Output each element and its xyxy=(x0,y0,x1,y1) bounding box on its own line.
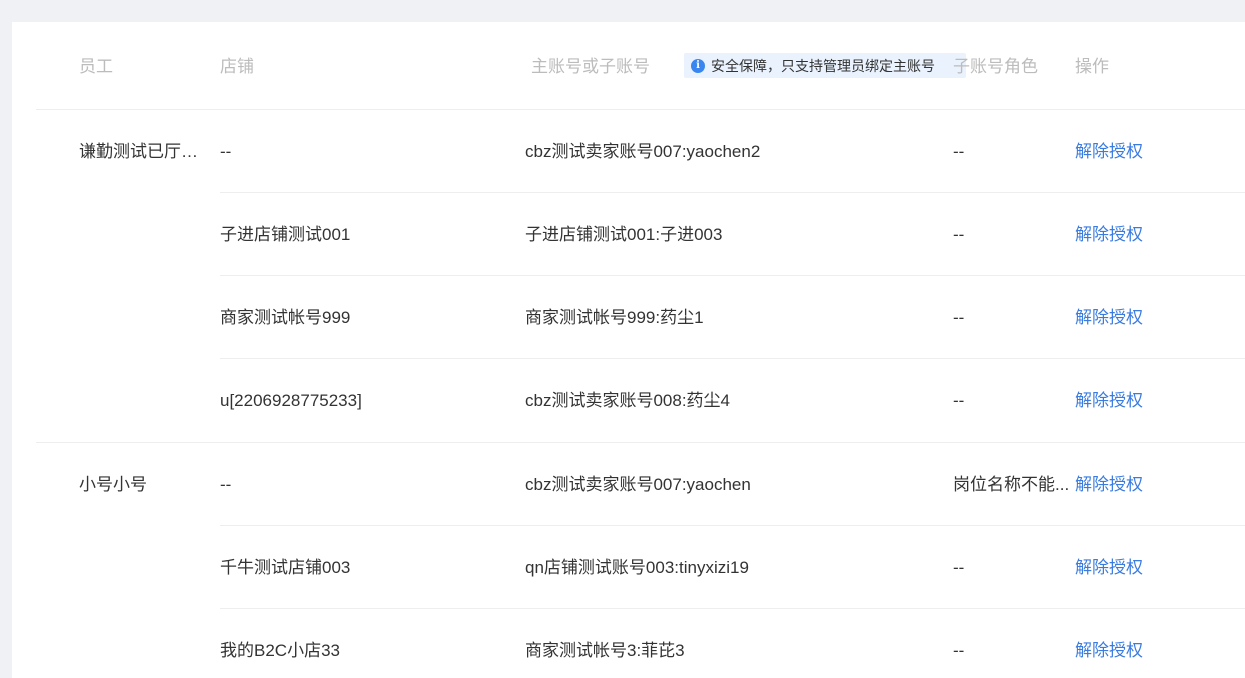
table-body: 谦勤测试已厅的... -- cbz测试卖家账号007:yaochen2 -- 解… xyxy=(12,110,1245,678)
shop-cell: 千牛测试店铺003 xyxy=(220,558,351,577)
revoke-authorization-link[interactable]: 解除授权 xyxy=(1075,359,1195,442)
shop-cell: -- xyxy=(220,475,232,494)
table-row: 商家测试帐号999 商家测试帐号999:药尘1 -- 解除授权 xyxy=(220,276,1245,359)
shop-cell: 商家测试帐号999 xyxy=(220,308,351,327)
shop-cell: -- xyxy=(220,142,232,161)
authorization-panel: 员工 店铺 主账号或子账号 i 安全保障，只支持管理员绑定主账号 子账号角色 操… xyxy=(12,22,1245,678)
account-cell: cbz测试卖家账号008:药尘4 xyxy=(525,391,730,410)
header-shop: 店铺 xyxy=(220,57,254,76)
revoke-authorization-link[interactable]: 解除授权 xyxy=(1075,193,1195,276)
account-cell: qn店铺测试账号003:tinyxizi19 xyxy=(525,558,749,577)
revoke-authorization-link[interactable]: 解除授权 xyxy=(1075,110,1195,193)
table-row: 我的B2C小店33 商家测试帐号3:菲芘3 -- 解除授权 xyxy=(220,609,1245,678)
shop-cell: 我的B2C小店33 xyxy=(220,641,340,660)
security-notice: i 安全保障，只支持管理员绑定主账号 xyxy=(684,53,966,78)
table-row: 子进店铺测试001 子进店铺测试001:子进003 -- 解除授权 xyxy=(220,193,1245,276)
account-cell: cbz测试卖家账号007:yaochen xyxy=(525,475,751,494)
table-row: -- cbz测试卖家账号007:yaochen2 -- 解除授权 xyxy=(220,110,1245,193)
role-cell: -- xyxy=(953,225,965,244)
employee-group: 谦勤测试已厅的... -- cbz测试卖家账号007:yaochen2 -- 解… xyxy=(36,110,1245,443)
header-employee: 员工 xyxy=(79,57,113,76)
role-cell: -- xyxy=(953,641,965,660)
role-cell: -- xyxy=(953,558,965,577)
role-cell: -- xyxy=(953,308,965,327)
table-header: 员工 店铺 主账号或子账号 i 安全保障，只支持管理员绑定主账号 子账号角色 操… xyxy=(36,22,1245,110)
account-cell: 商家测试帐号999:药尘1 xyxy=(525,308,704,327)
revoke-authorization-link[interactable]: 解除授权 xyxy=(1075,609,1195,678)
revoke-authorization-link[interactable]: 解除授权 xyxy=(1075,443,1195,526)
role-cell: 岗位名称不能... xyxy=(953,475,1070,494)
employee-group: 小号小号 -- cbz测试卖家账号007:yaochen 岗位名称不能... 解… xyxy=(36,443,1245,678)
account-cell: 商家测试帐号3:菲芘3 xyxy=(525,641,685,660)
role-cell: -- xyxy=(953,142,965,161)
table-row: -- cbz测试卖家账号007:yaochen 岗位名称不能... 解除授权 xyxy=(220,443,1245,526)
employee-name: 小号小号 xyxy=(79,475,147,494)
revoke-authorization-link[interactable]: 解除授权 xyxy=(1075,276,1195,359)
role-cell: -- xyxy=(953,391,965,410)
info-icon: i xyxy=(691,58,705,73)
shop-cell: u[2206928775233] xyxy=(220,391,362,410)
account-cell: cbz测试卖家账号007:yaochen2 xyxy=(525,142,761,161)
shop-cell: 子进店铺测试001 xyxy=(220,225,351,244)
account-cell: 子进店铺测试001:子进003 xyxy=(525,225,723,244)
header-account: 主账号或子账号 xyxy=(531,57,650,76)
revoke-authorization-link[interactable]: 解除授权 xyxy=(1075,526,1195,609)
table-row: u[2206928775233] cbz测试卖家账号008:药尘4 -- 解除授… xyxy=(220,359,1245,442)
employee-name: 谦勤测试已厅的... xyxy=(79,142,212,161)
header-role: 子账号角色 xyxy=(953,57,1038,76)
header-action: 操作 xyxy=(1075,57,1109,76)
table-row: 千牛测试店铺003 qn店铺测试账号003:tinyxizi19 -- 解除授权 xyxy=(220,526,1245,609)
security-notice-text: 安全保障，只支持管理员绑定主账号 xyxy=(711,57,935,74)
